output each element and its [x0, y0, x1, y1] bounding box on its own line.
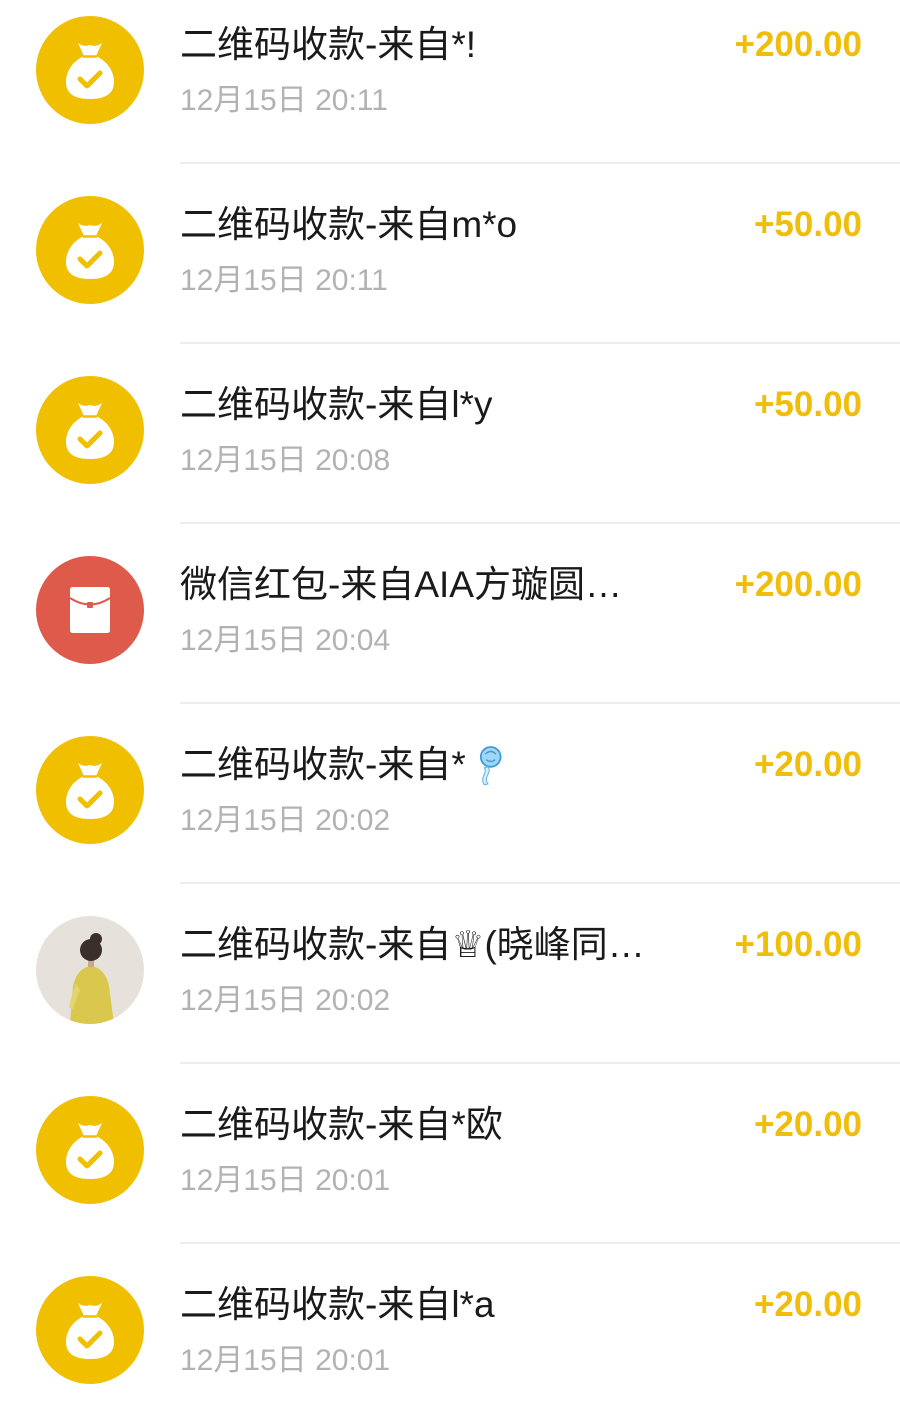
transaction-row[interactable]: 二维码收款-来自* 12月15日 20:02 +20.00 [0, 702, 900, 882]
transaction-time: 12月15日 20:11 [180, 264, 388, 297]
transaction-amount: +50.00 [753, 205, 862, 244]
transaction-amount: +100.00 [734, 925, 863, 964]
transaction-time: 12月15日 20:01 [180, 1344, 391, 1377]
money-bag-check-icon [36, 1096, 144, 1204]
transaction-list: 二维码收款-来自*! 12月15日 20:11 +200.00 二维码收款-来自… [0, 0, 900, 1413]
transaction-title: 二维码收款-来自*! [180, 24, 476, 65]
transaction-time: 12月15日 20:02 [180, 804, 391, 837]
transaction-title: 微信红包-来自AIA方璇圆… [180, 564, 622, 605]
transaction-amount: +200.00 [734, 25, 863, 64]
transaction-amount: +200.00 [734, 565, 863, 604]
transaction-title: 二维码收款-来自♕(晓峰同… [180, 924, 645, 965]
transaction-title: 二维码收款-来自l*y [180, 384, 493, 425]
transaction-time: 12月15日 20:02 [180, 984, 391, 1017]
transaction-time: 12月15日 20:08 [180, 444, 391, 477]
wind-chime-emoji-icon [470, 743, 506, 787]
money-bag-check-icon [36, 16, 144, 124]
transaction-row[interactable]: 微信红包-来自AIA方璇圆… 12月15日 20:04 +200.00 [0, 522, 900, 702]
transaction-title: 二维码收款-来自l*a [180, 1284, 495, 1325]
transaction-row[interactable]: 二维码收款-来自l*y 12月15日 20:08 +50.00 [0, 342, 900, 522]
transaction-row[interactable]: 二维码收款-来自l*a 12月15日 20:01 +20.00 [0, 1242, 900, 1413]
row-divider [180, 522, 900, 524]
row-divider [180, 162, 900, 164]
transaction-amount: +20.00 [753, 1285, 862, 1324]
transaction-row[interactable]: 二维码收款-来自*! 12月15日 20:11 +200.00 [0, 0, 900, 162]
row-divider [180, 1242, 900, 1244]
transaction-row[interactable]: 二维码收款-来自m*o 12月15日 20:11 +50.00 [0, 162, 900, 342]
money-bag-check-icon [36, 196, 144, 304]
transaction-title: 二维码收款-来自m*o [180, 204, 518, 245]
transaction-title: 二维码收款-来自*欧 [180, 1104, 503, 1145]
money-bag-check-icon [36, 376, 144, 484]
money-bag-check-icon [36, 1276, 144, 1384]
money-bag-check-icon [36, 736, 144, 844]
transaction-row[interactable]: 二维码收款-来自*欧 12月15日 20:01 +20.00 [0, 1062, 900, 1242]
transaction-title-text: 二维码收款-来自* [180, 744, 466, 785]
red-packet-icon [36, 556, 144, 664]
transaction-title: 二维码收款-来自* [180, 743, 506, 787]
transaction-time: 12月15日 20:04 [180, 624, 391, 657]
user-avatar [36, 916, 144, 1024]
row-divider [180, 342, 900, 344]
row-divider [180, 702, 900, 704]
row-divider [180, 882, 900, 884]
transaction-amount: +20.00 [753, 745, 862, 784]
transaction-amount: +20.00 [753, 1105, 862, 1144]
transaction-time: 12月15日 20:11 [180, 84, 388, 117]
transaction-amount: +50.00 [753, 385, 862, 424]
row-divider [180, 1062, 900, 1064]
transaction-row[interactable]: 二维码收款-来自♕(晓峰同… 12月15日 20:02 +100.00 [0, 882, 900, 1062]
transaction-time: 12月15日 20:01 [180, 1164, 391, 1197]
transaction-list-screen: 二维码收款-来自*! 12月15日 20:11 +200.00 二维码收款-来自… [0, 0, 900, 1413]
